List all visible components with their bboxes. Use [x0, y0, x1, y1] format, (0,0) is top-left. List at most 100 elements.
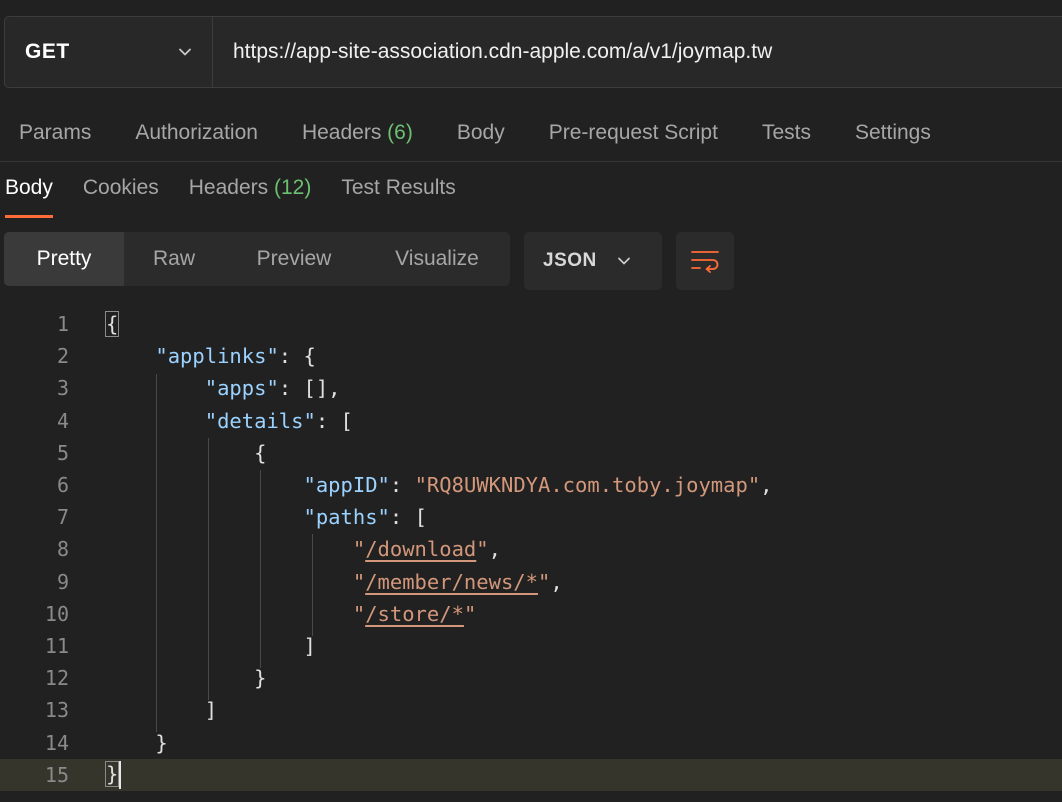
text-caret	[119, 760, 122, 789]
json-punctuation	[106, 537, 353, 561]
code-text: "/download",	[106, 537, 501, 561]
line-number: 14	[44, 730, 69, 755]
json-string: "	[463, 601, 477, 626]
code-line: 12 }	[0, 662, 1062, 694]
code-text: {	[104, 311, 120, 337]
json-string: "RQ8UWKNDYA.com.toby.joymap"	[414, 473, 761, 497]
line-number: 11	[44, 634, 69, 658]
tab-authorization[interactable]: Authorization	[135, 121, 258, 145]
code-text: "apps": [],	[106, 376, 341, 400]
line-number: 9	[56, 569, 69, 594]
code-line: 7 "paths": [	[0, 501, 1062, 533]
response-tabs: Body Cookies Headers (12) Test Results	[0, 164, 486, 220]
json-key: "paths"	[303, 505, 390, 530]
json-punctuation	[106, 602, 353, 626]
tab-label: Settings	[854, 120, 931, 144]
request-tabs: Params Authorization Headers (6) Body Pr…	[0, 104, 1062, 162]
tab-label: Headers	[301, 120, 382, 144]
code-line: 1{	[0, 308, 1062, 340]
json-string: "	[352, 569, 366, 594]
format-select[interactable]: JSON	[524, 232, 662, 290]
json-key: "applinks"	[155, 344, 279, 369]
tab-params[interactable]: Params	[19, 121, 91, 145]
chevron-down-icon	[179, 48, 191, 56]
json-string: /store/*	[365, 601, 464, 626]
json-string: /member/news/*	[365, 569, 538, 594]
line-number: 5	[56, 440, 69, 465]
code-line: 15}	[0, 758, 1062, 791]
code-text: ]	[106, 634, 316, 658]
line-number: 2	[56, 344, 69, 369]
view-preview-button[interactable]: Preview	[224, 232, 364, 286]
url-text: https://app-site-association.cdn-apple.c…	[233, 40, 773, 63]
json-punctuation: ,	[550, 569, 563, 594]
code-line: 5 {	[0, 437, 1062, 469]
tab-label: Headers	[188, 176, 269, 199]
json-string: /download	[365, 537, 477, 562]
tab-pre-request-script[interactable]: Pre-request Script	[549, 121, 718, 145]
code-line: 11 ]	[0, 630, 1062, 662]
response-tab-headers[interactable]: Headers (12)	[189, 164, 312, 218]
code-line: 13 ]	[0, 694, 1062, 726]
json-punctuation: : [	[315, 408, 353, 433]
code-line: 6 "appID": "RQ8UWKNDYA.com.toby.joymap",	[0, 469, 1062, 501]
line-number: 4	[56, 408, 69, 433]
method-select[interactable]: GET	[5, 17, 213, 87]
code-text: "/store/*"	[106, 602, 476, 626]
format-label: JSON	[543, 250, 597, 271]
view-pretty-button[interactable]: Pretty	[4, 232, 124, 286]
request-bar: GET https://app-site-association.cdn-app…	[4, 16, 1062, 88]
line-number: 3	[56, 376, 69, 401]
code-line: 3 "apps": [],	[0, 372, 1062, 404]
line-number: 15	[44, 762, 69, 787]
code-text: "/member/news/*",	[106, 570, 563, 594]
code-text: }	[104, 760, 122, 789]
view-visualize-button[interactable]: Visualize	[364, 232, 510, 286]
json-punctuation: }	[106, 730, 168, 755]
line-number: 7	[56, 505, 69, 530]
response-tab-test-results[interactable]: Test Results	[341, 164, 455, 218]
response-body-viewer[interactable]: 1{2 "applinks": {3 "apps": [], 4 "details…	[0, 308, 1062, 802]
json-punctuation: {	[104, 311, 120, 337]
tab-settings[interactable]: Settings	[855, 121, 931, 145]
json-punctuation	[106, 570, 353, 594]
json-key: "appID"	[303, 473, 390, 497]
response-tab-cookies[interactable]: Cookies	[83, 164, 159, 218]
code-text: "applinks": {	[106, 344, 315, 369]
tab-tests[interactable]: Tests	[762, 121, 811, 145]
json-string: "	[352, 601, 366, 626]
json-punctuation: : [],	[278, 376, 341, 401]
code-text: "details": [	[106, 409, 353, 433]
json-key: "apps"	[204, 376, 279, 401]
wrap-lines-button[interactable]	[676, 232, 734, 290]
code-line: 9 "/member/news/*",	[0, 566, 1062, 598]
json-punctuation: }	[106, 666, 267, 691]
json-punctuation	[106, 473, 303, 497]
tab-label: Pre-request Script	[548, 120, 718, 144]
line-number: 1	[56, 312, 69, 336]
tab-label: Test Results	[341, 176, 456, 199]
json-punctuation: : [	[389, 505, 427, 530]
response-tab-body[interactable]: Body	[5, 164, 53, 218]
code-text: "paths": [	[106, 505, 427, 530]
json-punctuation: ]	[106, 634, 316, 658]
line-number: 12	[44, 666, 69, 691]
json-punctuation: ]	[106, 698, 218, 723]
code-text: }	[106, 666, 266, 690]
tab-headers[interactable]: Headers (6)	[302, 121, 413, 145]
view-raw-button[interactable]: Raw	[124, 232, 224, 286]
json-punctuation	[106, 344, 155, 368]
code-text: ]	[106, 698, 217, 722]
json-punctuation	[106, 376, 205, 400]
line-number: 8	[56, 537, 69, 562]
tab-body[interactable]: Body	[457, 121, 505, 145]
response-headers-count: (12)	[273, 176, 312, 199]
json-punctuation	[106, 505, 303, 529]
json-punctuation: :	[389, 473, 415, 497]
code-line: 14 }	[0, 727, 1062, 759]
line-number: 13	[44, 698, 69, 723]
url-input[interactable]: https://app-site-association.cdn-apple.c…	[213, 17, 1062, 87]
tab-label: Tests	[761, 120, 811, 144]
json-string: "	[476, 537, 489, 562]
json-punctuation: }	[104, 760, 120, 787]
